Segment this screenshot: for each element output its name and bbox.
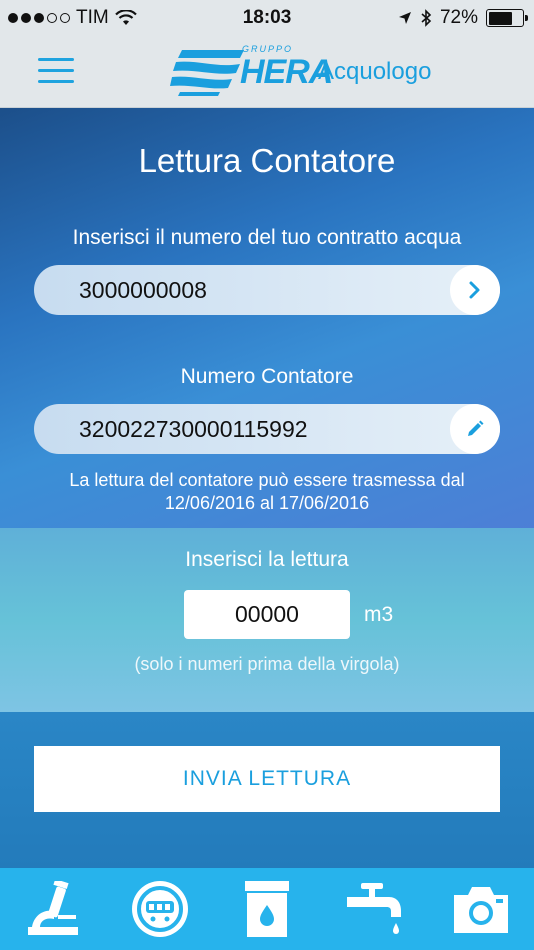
reading-window-note: La lettura del contatore può essere tras… <box>20 469 514 515</box>
meter-number-field[interactable]: 320022730000115992 <box>34 404 500 454</box>
brand-logo: GRUPPO HERA Acquologo <box>170 44 460 100</box>
location-arrow-icon <box>398 12 411 24</box>
faucet-icon <box>346 883 401 934</box>
reading-input[interactable]: 00000 <box>184 590 350 639</box>
hera-wave-logo-icon <box>170 50 244 96</box>
meter-reading-form: Lettura Contatore Inserisci il numero de… <box>0 108 534 528</box>
submit-reading-button[interactable]: INVIA LETTURA <box>34 746 500 812</box>
meter-icon <box>137 886 184 932</box>
active-tab-ring <box>132 881 189 937</box>
note-line-2: 12/06/2016 al 17/06/2016 <box>164 493 370 513</box>
meter-label: Numero Contatore <box>180 365 354 388</box>
tab-analysis[interactable] <box>0 868 107 950</box>
page-title: Lettura Contatore <box>138 142 396 179</box>
hamburger-menu-button[interactable] <box>38 58 74 84</box>
status-right: 72% <box>398 7 528 29</box>
contract-next-button[interactable] <box>450 265 500 315</box>
pencil-icon <box>468 420 484 436</box>
reading-hint: (solo i numeri prima della virgola) <box>134 654 400 674</box>
tab-camera[interactable] <box>427 868 534 950</box>
bluetooth-icon <box>421 9 432 27</box>
note-line-1: La lettura del contatore può essere tras… <box>69 470 465 490</box>
bottom-tab-bar <box>0 868 534 950</box>
tab-faucet[interactable] <box>320 868 427 950</box>
status-bar: TIM 18:03 72% <box>0 0 534 36</box>
meter-number-value: 320022730000115992 <box>79 416 308 442</box>
submit-section: INVIA LETTURA <box>0 712 534 868</box>
battery-icon <box>486 9 528 27</box>
reading-unit: m3 <box>364 603 394 626</box>
contract-number-field[interactable]: 3000000008 <box>34 265 500 315</box>
app-header: GRUPPO HERA Acquologo <box>0 36 534 108</box>
water-tank-icon <box>244 881 289 937</box>
app-name: Acquologo <box>318 58 432 85</box>
reading-label: Inserisci la lettura <box>185 548 349 571</box>
reading-section: Inserisci la lettura 00000 m3 (solo i nu… <box>0 528 534 712</box>
battery-fill <box>488 11 513 25</box>
camera-icon <box>453 887 508 933</box>
contract-label: Inserisci il numero del tuo contratto ac… <box>72 226 462 249</box>
tab-meter[interactable] <box>107 868 214 950</box>
contract-number-value: 3000000008 <box>79 277 207 303</box>
chevron-right-icon <box>469 281 480 299</box>
meter-edit-button[interactable] <box>450 404 500 454</box>
battery-percent: 72% <box>439 7 478 28</box>
microscope-icon <box>28 881 79 935</box>
tab-water-tank[interactable] <box>214 868 321 950</box>
